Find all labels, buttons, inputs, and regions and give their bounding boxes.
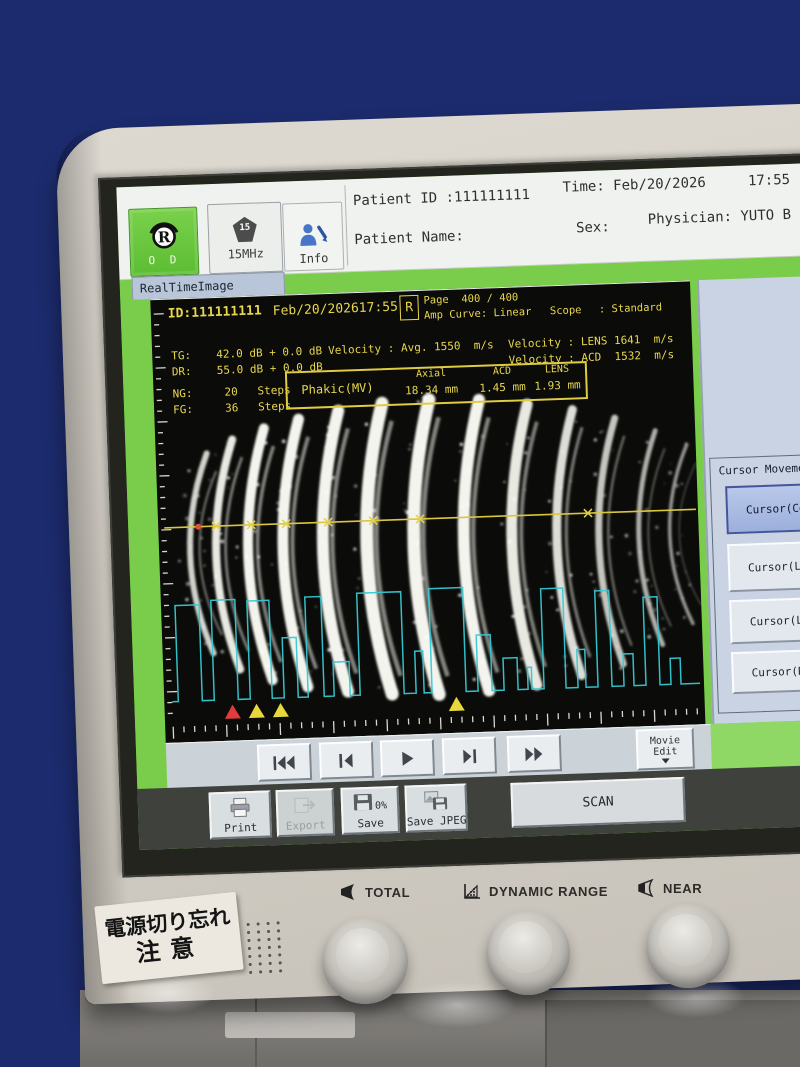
dynamic-range-text: DYNAMIC RANGE (489, 884, 608, 899)
patient-info-icon (297, 221, 330, 252)
fast-forward-button[interactable] (507, 734, 562, 773)
right-eye-badge: R (399, 295, 419, 321)
save-jpeg-icon (424, 790, 449, 811)
movie-edit-caret-icon (662, 758, 670, 763)
patient-id-label: Patient ID :111111111 (353, 187, 530, 209)
svg-text:15: 15 (239, 222, 250, 232)
near-text: NEAR (663, 881, 702, 896)
skip-start-icon (273, 755, 295, 770)
step-forward-button[interactable] (442, 736, 497, 775)
save-jpeg-label: Save JPEG (407, 814, 467, 829)
cursor-lens-front-button[interactable]: Cursor(LENS Fr (727, 539, 800, 593)
fg-value: 36 (225, 401, 239, 414)
val-acd: 1.45 mm (475, 380, 530, 399)
total-text: TOTAL (365, 885, 410, 900)
step-back-icon (337, 753, 355, 768)
save-jpeg-button[interactable]: Save JPEG (404, 784, 468, 833)
fast-forward-icon (525, 746, 543, 761)
probe-15mhz-button[interactable]: 15 15MHz (207, 202, 283, 275)
green-filler (710, 719, 800, 769)
info-button[interactable]: Info (282, 201, 344, 271)
eye-side-label: O D (148, 253, 180, 267)
content-area: ID:111111111 Feb/20/202617:55 R Page 400… (120, 276, 800, 745)
physician-label: Physician: YUTO B (648, 207, 792, 228)
probe-icon: 15 (230, 215, 259, 244)
info-label: Info (299, 251, 328, 266)
near-knob[interactable] (646, 904, 730, 988)
movie-edit-line2: Edit (653, 746, 677, 758)
patient-name-label: Patient Name: (354, 228, 464, 248)
export-label: Export (286, 818, 326, 832)
export-button[interactable]: Export (275, 788, 335, 837)
dynamic-range-control-label: DYNAMIC RANGE (462, 882, 608, 900)
sticky-note: 電源切り忘れ 注意 (94, 892, 243, 984)
save-progress: 0% (375, 800, 387, 811)
movie-edit-button[interactable]: Movie Edit (636, 728, 695, 771)
machine-base (80, 990, 800, 1067)
val-lens: 1.93 mm (529, 378, 586, 397)
dynamic-range-knob[interactable] (486, 911, 570, 995)
fg-label: FG: (173, 403, 193, 417)
sticky-note-line2: 注意 (135, 933, 206, 968)
total-knob[interactable] (322, 918, 408, 1004)
ultrasound-panel: ID:111111111 Feb/20/202617:55 R Page 400… (150, 280, 705, 745)
eye-select-button[interactable]: R O D (128, 207, 199, 277)
sex-label: Sex: (576, 219, 610, 236)
cursor-movement-title: Cursor Movement (718, 461, 800, 477)
header-divider (344, 185, 348, 265)
dr-label: DR: (172, 365, 192, 379)
print-button[interactable]: Print (209, 790, 273, 839)
export-icon (293, 795, 318, 816)
skip-start-button[interactable] (257, 743, 312, 782)
total-icon (338, 883, 358, 901)
step-forward-icon (460, 749, 478, 764)
play-button[interactable] (380, 739, 435, 778)
measurement-mode: Phakic(MV) (287, 370, 388, 407)
cursor-movement-group: Cursor Movement Cursor(Corn Cursor(LENS … (709, 453, 800, 714)
play-icon (400, 751, 414, 765)
near-icon (636, 879, 656, 897)
print-icon (228, 797, 253, 818)
step-back-button[interactable] (319, 741, 374, 780)
scope-value: : Standard (599, 301, 663, 315)
val-axial: 18.34 mm (387, 382, 476, 402)
scope-label: Scope (550, 304, 582, 317)
cursor-retina-button[interactable]: Cursor(Retina (731, 646, 800, 694)
scan-button[interactable]: SCAN (510, 777, 685, 828)
tg-label: TG: (171, 349, 191, 363)
save-button[interactable]: 0% Save (340, 786, 400, 835)
dynamic-range-icon (462, 882, 482, 900)
probe-label: 15MHz (227, 246, 264, 261)
right-panel: Cursor Movement Cursor(Corn Cursor(LENS … (697, 276, 800, 725)
svg-text:R: R (157, 228, 171, 246)
cursor-lens-rear-button[interactable]: Cursor(LENS Re (729, 594, 800, 644)
near-control-label: NEAR (636, 879, 702, 897)
photo-of-ultrasound-device: { "header": { "eye_button": {"logo": "R"… (0, 0, 800, 1067)
machine-panel-light (225, 1012, 355, 1038)
speaker-grille (247, 921, 290, 979)
save-label: Save (357, 816, 384, 830)
machine-panel-dark (545, 1000, 800, 1067)
screen: R O D 15 15MHz Info Patient ID :11111111… (116, 163, 800, 850)
cursor-cornea-button[interactable]: Cursor(Corn (725, 481, 800, 535)
total-control-label: TOTAL (338, 883, 410, 901)
print-label: Print (224, 821, 258, 835)
ng-value: 20 (224, 385, 238, 398)
save-icon (353, 793, 374, 812)
screen-bezel: R O D 15 15MHz Info Patient ID :11111111… (98, 152, 800, 877)
time-label: Time: Feb/20/2026 17:55 (562, 172, 790, 196)
r-logo-icon: R (144, 217, 183, 252)
ng-label: NG: (172, 387, 192, 401)
